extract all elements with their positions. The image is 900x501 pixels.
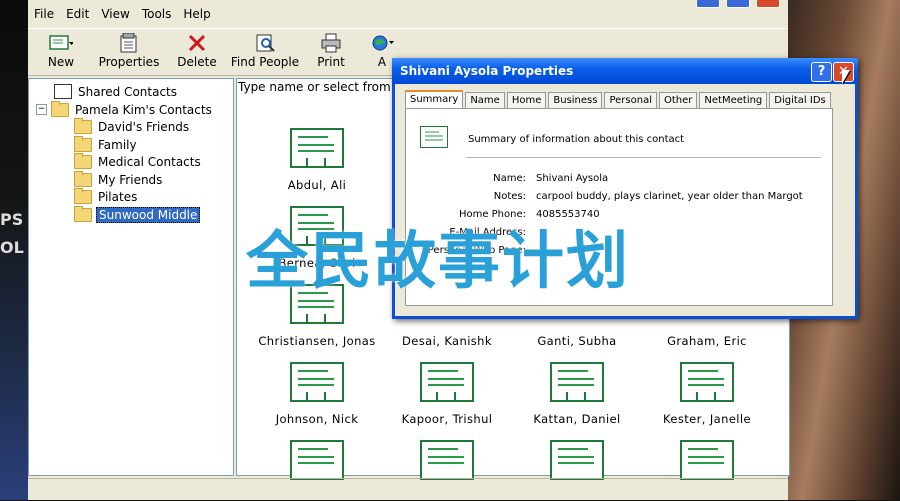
folder-icon	[74, 205, 92, 222]
contact-item[interactable]	[512, 440, 642, 480]
close-window-button[interactable]	[756, 0, 780, 8]
find-people-button[interactable]: Find People	[230, 29, 300, 75]
tree-item-folder[interactable]: Family	[74, 135, 139, 153]
contact-card-icon	[680, 362, 734, 402]
new-button[interactable]: New	[28, 29, 94, 75]
contact-item[interactable]	[252, 440, 382, 480]
contact-card-icon	[420, 440, 474, 480]
name-label: Name:	[493, 173, 526, 184]
watermark-text: 全民故事计划	[246, 224, 631, 297]
tree-item-pamela-contacts[interactable]: − Pamela Kim's Contacts	[36, 100, 214, 118]
contact-card-icon	[550, 440, 604, 480]
printer-icon	[319, 33, 343, 53]
collapse-icon[interactable]: −	[36, 104, 47, 115]
left-edge-text: OL	[0, 238, 24, 257]
delete-x-icon	[185, 33, 209, 53]
contact-card-icon	[420, 126, 448, 148]
menu-bar: File Edit View Tools Help	[28, 0, 788, 28]
contact-card-icon	[680, 440, 734, 480]
new-contact-icon	[49, 33, 73, 53]
menu-file[interactable]: File	[28, 7, 60, 21]
dialog-titlebar[interactable]: Shivani Aysola Properties ? ✕	[392, 58, 858, 84]
folder-icon	[74, 152, 92, 169]
folder-icon	[74, 117, 92, 134]
left-edge-text: PS	[0, 210, 24, 229]
mouse-cursor-icon	[842, 70, 850, 84]
print-button[interactable]: Print	[300, 29, 362, 75]
properties-label: Properties	[98, 55, 160, 69]
tree-item-folder-selected[interactable]: Sunwood Middle	[74, 205, 201, 223]
contact-item[interactable]	[642, 440, 772, 480]
tree-item-folder[interactable]: Pilates	[74, 187, 139, 205]
window-controls	[696, 0, 780, 8]
status-bar	[28, 478, 788, 501]
contact-card-icon	[290, 362, 344, 402]
tree-item-folder[interactable]: David's Friends	[74, 117, 191, 135]
maximize-button[interactable]	[726, 0, 750, 8]
tree-item-folder[interactable]: My Friends	[74, 170, 164, 188]
contact-item[interactable]: Kapoor, Trishul	[382, 362, 512, 426]
action-label: A	[377, 55, 387, 69]
folder-icon	[74, 135, 92, 152]
notes-value: carpool buddy, plays clarinet, year olde…	[536, 191, 803, 202]
name-value: Shivani Aysola	[536, 173, 609, 184]
folder-icon	[74, 187, 92, 204]
menu-view[interactable]: View	[95, 7, 135, 21]
folder-open-icon	[51, 100, 69, 117]
new-label: New	[47, 55, 75, 69]
print-label: Print	[317, 55, 345, 69]
contact-item[interactable]: Kester, Janelle	[642, 362, 772, 426]
contact-card-icon	[290, 440, 344, 480]
globe-action-icon	[370, 33, 394, 53]
find-people-icon	[253, 33, 277, 53]
address-book-icon	[54, 84, 72, 99]
contact-card-icon	[420, 362, 474, 402]
folder-icon	[74, 170, 92, 187]
divider	[466, 157, 821, 158]
contact-item[interactable]: Kattan, Daniel	[512, 362, 642, 426]
menu-tools[interactable]: Tools	[136, 7, 178, 21]
properties-button[interactable]: Properties	[94, 29, 164, 75]
delete-button[interactable]: Delete	[164, 29, 230, 75]
tree-item-shared-contacts[interactable]: Shared Contacts	[54, 83, 179, 100]
notes-label: Notes:	[493, 191, 526, 202]
contact-card-icon	[550, 362, 604, 402]
tree-item-folder[interactable]: Medical Contacts	[74, 152, 203, 170]
contact-item[interactable]: Johnson, Nick	[252, 362, 382, 426]
type-name-prompt: Type name or select from list:	[238, 80, 417, 94]
minimize-button[interactable]	[696, 0, 720, 8]
find-people-label: Find People	[230, 55, 300, 69]
menu-edit[interactable]: Edit	[60, 7, 95, 21]
contact-item[interactable]	[382, 440, 512, 480]
contact-item[interactable]: Abdul, Ali	[252, 128, 382, 192]
menu-help[interactable]: Help	[177, 7, 216, 21]
delete-label: Delete	[177, 55, 217, 69]
summary-heading: Summary of information about this contac…	[468, 134, 685, 145]
properties-icon	[117, 33, 141, 53]
contact-card-icon	[290, 128, 344, 168]
dialog-title: Shivani Aysola Properties	[400, 64, 574, 78]
help-button[interactable]: ?	[811, 62, 832, 82]
